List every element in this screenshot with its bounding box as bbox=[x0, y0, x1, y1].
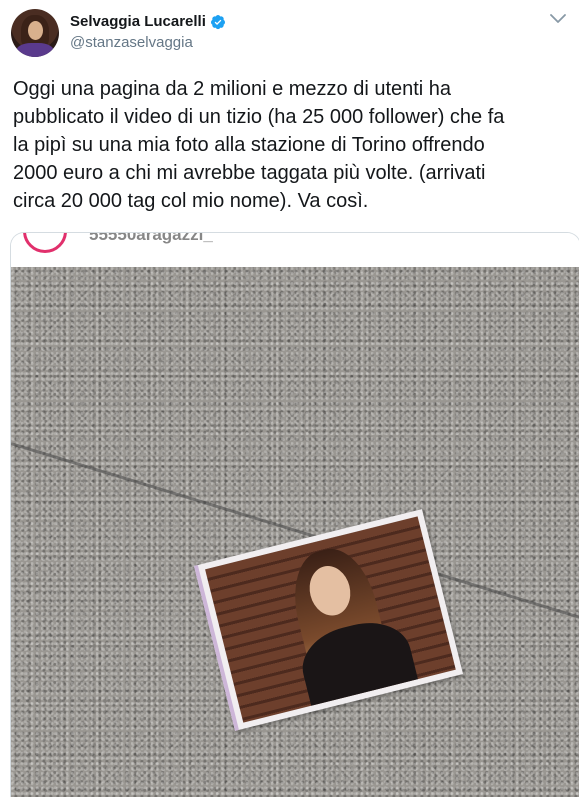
chevron-down-icon[interactable] bbox=[550, 13, 566, 25]
instagram-avatar-icon bbox=[23, 233, 67, 253]
verified-badge-icon bbox=[210, 14, 225, 29]
tweet-text: Oggi una pagina da 2 milioni e mezzo di … bbox=[13, 78, 505, 212]
embedded-post-header: 55550aragazzi_ bbox=[11, 233, 579, 267]
tweet-header: Selvaggia Lucarelli @stanzaselvaggia bbox=[0, 0, 579, 62]
embedded-account-name: 55550aragazzi_ bbox=[89, 232, 213, 244]
display-name[interactable]: Selvaggia Lucarelli bbox=[70, 13, 206, 30]
name-row: Selvaggia Lucarelli bbox=[70, 13, 226, 30]
avatar[interactable] bbox=[11, 9, 59, 57]
user-handle[interactable]: @stanzaselvaggia bbox=[70, 34, 193, 51]
printed-photo bbox=[193, 509, 464, 731]
video-frame bbox=[11, 267, 579, 797]
tweet-media[interactable]: 55550aragazzi_ bbox=[10, 232, 579, 797]
